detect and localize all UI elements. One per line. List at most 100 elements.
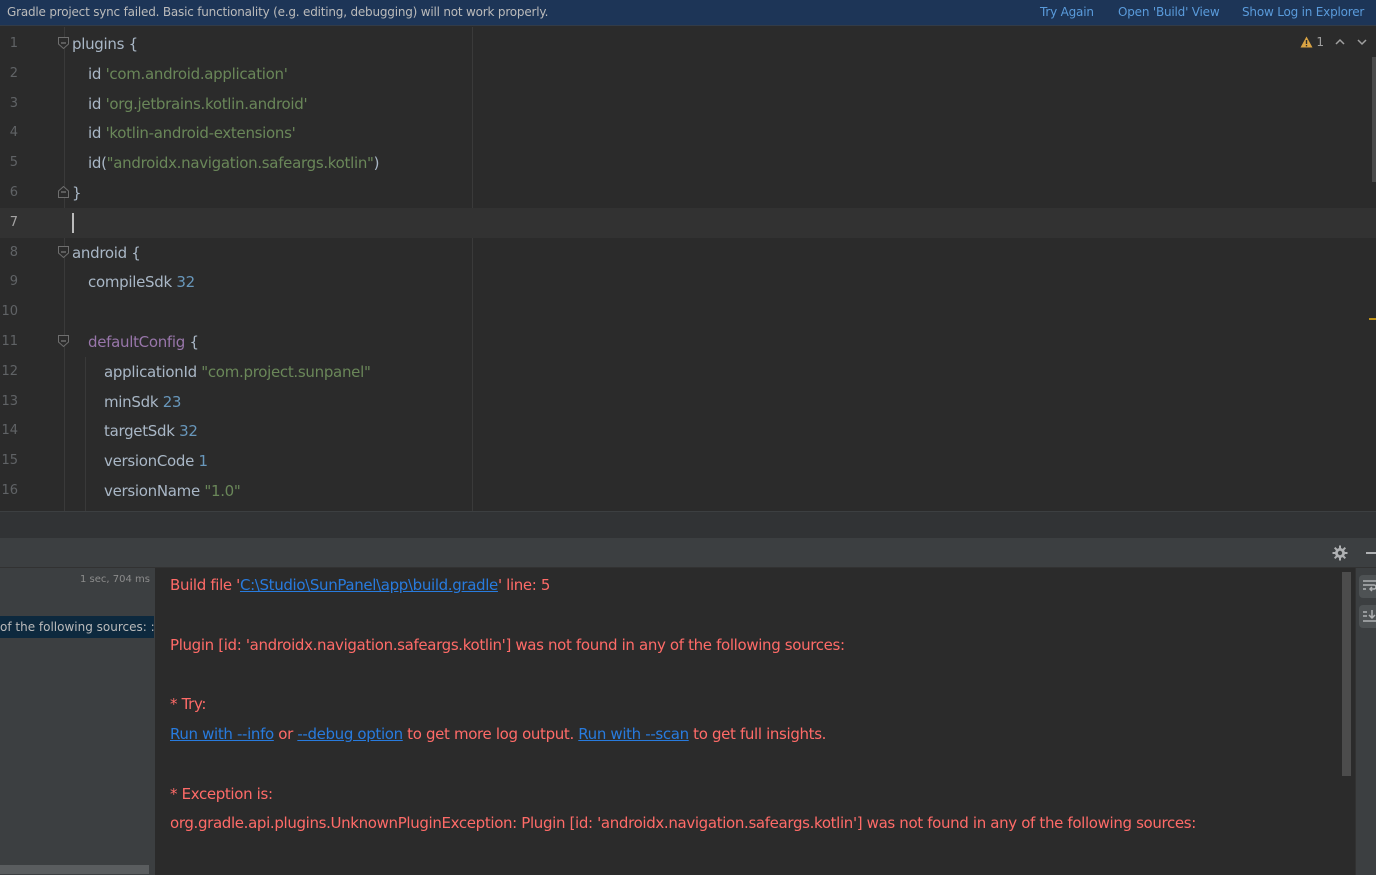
warning-count: 1 bbox=[1316, 35, 1324, 49]
code-line[interactable]: 4 id 'kotlin-android-extensions' bbox=[0, 118, 1376, 148]
code-text: versionCode 1 bbox=[104, 446, 208, 476]
console-text: * Exception is: bbox=[170, 784, 273, 803]
code-line[interactable]: 6} bbox=[0, 178, 1376, 208]
try-again-link[interactable]: Try Again bbox=[1040, 5, 1094, 19]
console-link[interactable]: Run with --info bbox=[170, 725, 274, 743]
console-link[interactable]: C:\Studio\SunPanel\app\build.gradle bbox=[240, 576, 498, 594]
console-line: Run with --info or --debug option to get… bbox=[170, 725, 826, 743]
code-text: defaultConfig { bbox=[88, 327, 199, 357]
code-token: } bbox=[72, 184, 82, 202]
code-token: id bbox=[88, 124, 106, 143]
next-highlight-icon[interactable] bbox=[1356, 38, 1368, 46]
console-line: Plugin [id: 'androidx.navigation.safearg… bbox=[170, 636, 845, 654]
editor-bottom-strip bbox=[0, 511, 1376, 538]
number-literal: 23 bbox=[162, 392, 182, 411]
console-line: org.gradle.api.plugins.UnknownPluginExce… bbox=[170, 814, 1196, 832]
show-log-in-explorer-link[interactable]: Show Log in Explorer bbox=[1242, 5, 1364, 19]
line-number: 7 bbox=[9, 214, 18, 230]
code-text: minSdk 23 bbox=[104, 387, 181, 417]
string-literal: 'kotlin-android-extensions' bbox=[105, 124, 296, 143]
code-text: id 'org.jetbrains.kotlin.android' bbox=[88, 89, 308, 119]
code-token: id bbox=[88, 94, 106, 113]
line-number: 10 bbox=[1, 304, 18, 320]
string-literal: "androidx.navigation.safeargs.kotlin" bbox=[106, 154, 374, 173]
line-number: 16 bbox=[1, 483, 18, 498]
code-line[interactable]: 2 id 'com.android.application' bbox=[0, 59, 1376, 89]
code-line[interactable]: 13 minSdk 23 bbox=[0, 387, 1376, 417]
build-tree-panel[interactable]: 1 sec, 704 ms of the following sources: … bbox=[0, 568, 155, 875]
warning-stripe-marker[interactable] bbox=[1369, 318, 1376, 320]
string-literal: "com.project.sunpanel" bbox=[201, 362, 371, 381]
open-build-view-link[interactable]: Open 'Build' View bbox=[1118, 5, 1220, 19]
line-number: 14 bbox=[1, 423, 18, 439]
code-text: id 'kotlin-android-extensions' bbox=[88, 118, 296, 148]
console-text: to get full insights. bbox=[688, 725, 827, 743]
scroll-to-end-button[interactable] bbox=[1359, 605, 1376, 628]
console-scrollbar[interactable] bbox=[1342, 572, 1351, 776]
console-line: * Try: bbox=[170, 695, 206, 713]
previous-highlight-icon[interactable] bbox=[1334, 38, 1346, 46]
string-literal: 'org.jetbrains.kotlin.android' bbox=[105, 94, 308, 113]
code-token: applicationId bbox=[104, 362, 202, 381]
minimize-icon[interactable] bbox=[1366, 552, 1376, 554]
warning-icon bbox=[1300, 36, 1313, 48]
code-text: compileSdk 32 bbox=[88, 267, 195, 297]
console-text: or bbox=[273, 725, 298, 743]
line-number: 13 bbox=[1, 393, 18, 409]
code-line[interactable]: 1 plugins { bbox=[0, 29, 1376, 59]
code-text: plugins { bbox=[72, 29, 138, 59]
code-token: targetSdk bbox=[104, 422, 180, 441]
code-text: targetSdk 32 bbox=[104, 416, 198, 446]
build-output-console[interactable]: Build file 'C:\Studio\SunPanel\app\build… bbox=[155, 568, 1355, 875]
code-editor[interactable]: 1 plugins {2 id 'com.android.application' 3… bbox=[0, 27, 1376, 511]
console-link[interactable]: Run with --scan bbox=[578, 725, 689, 743]
line-number: 9 bbox=[9, 274, 18, 290]
line-number: 6 bbox=[9, 185, 18, 200]
code-line[interactable]: 12 applicationId "com.project.sunpanel" bbox=[0, 357, 1376, 387]
code-token: ) bbox=[373, 154, 380, 173]
console-side-toolbar bbox=[1355, 568, 1376, 875]
line-number: 15 bbox=[1, 453, 18, 469]
build-duration: 1 sec, 704 ms bbox=[80, 574, 150, 585]
number-literal: 32 bbox=[179, 422, 198, 441]
code-text: android { bbox=[72, 238, 141, 268]
code-line[interactable]: 15 versionCode 1 bbox=[0, 446, 1376, 476]
editor-scrollbar[interactable] bbox=[1372, 57, 1376, 182]
fold-collapse-icon[interactable] bbox=[58, 245, 69, 258]
tree-horizontal-scrollbar[interactable] bbox=[0, 865, 149, 874]
number-literal: 32 bbox=[176, 273, 195, 292]
soft-wrap-button[interactable] bbox=[1359, 575, 1376, 598]
console-link[interactable]: --debug option bbox=[297, 725, 403, 743]
code-line[interactable]: 11 defaultConfig { bbox=[0, 327, 1376, 357]
gear-icon[interactable] bbox=[1332, 545, 1348, 561]
soft-wrap-icon bbox=[1363, 580, 1376, 592]
scroll-to-end-icon bbox=[1363, 610, 1376, 622]
fold-end-icon[interactable] bbox=[58, 186, 69, 198]
code-token: id( bbox=[88, 154, 107, 173]
code-text: } bbox=[72, 178, 82, 208]
banner-message: Gradle project sync failed. Basic functi… bbox=[7, 5, 549, 19]
string-literal: 'com.android.application' bbox=[105, 64, 288, 83]
code-line[interactable]: 5 id("androidx.navigation.safeargs.kotlin… bbox=[0, 148, 1376, 178]
code-line[interactable]: 7 bbox=[0, 207, 1376, 238]
fold-collapse-icon[interactable] bbox=[58, 335, 69, 347]
text-caret bbox=[72, 212, 74, 233]
selected-tree-item[interactable]: of the following sources: :5 bbox=[0, 616, 154, 638]
fold-collapse-icon[interactable] bbox=[58, 37, 69, 49]
code-token: compileSdk bbox=[88, 273, 177, 292]
code-line[interactable]: 16 versionName "1.0" bbox=[0, 476, 1376, 506]
code-line[interactable]: 9 compileSdk 32 bbox=[0, 267, 1376, 297]
warning-counter[interactable]: 1 bbox=[1300, 35, 1324, 49]
line-number: 3 bbox=[9, 95, 18, 111]
line-number: 2 bbox=[9, 65, 18, 81]
console-text: ' line: 5 bbox=[497, 576, 551, 594]
code-token: versionCode bbox=[104, 452, 199, 471]
code-token: android { bbox=[72, 243, 141, 262]
inspection-widget[interactable]: 1 bbox=[1300, 35, 1368, 49]
code-line[interactable]: 8 android { bbox=[0, 238, 1376, 268]
console-text: to get more log output. bbox=[402, 725, 579, 743]
code-line[interactable]: 14 targetSdk 32 bbox=[0, 416, 1376, 446]
sync-failed-banner: Gradle project sync failed. Basic functi… bbox=[0, 0, 1376, 26]
code-line[interactable]: 3 id 'org.jetbrains.kotlin.android' bbox=[0, 89, 1376, 119]
code-line[interactable]: 10 bbox=[0, 297, 1376, 327]
